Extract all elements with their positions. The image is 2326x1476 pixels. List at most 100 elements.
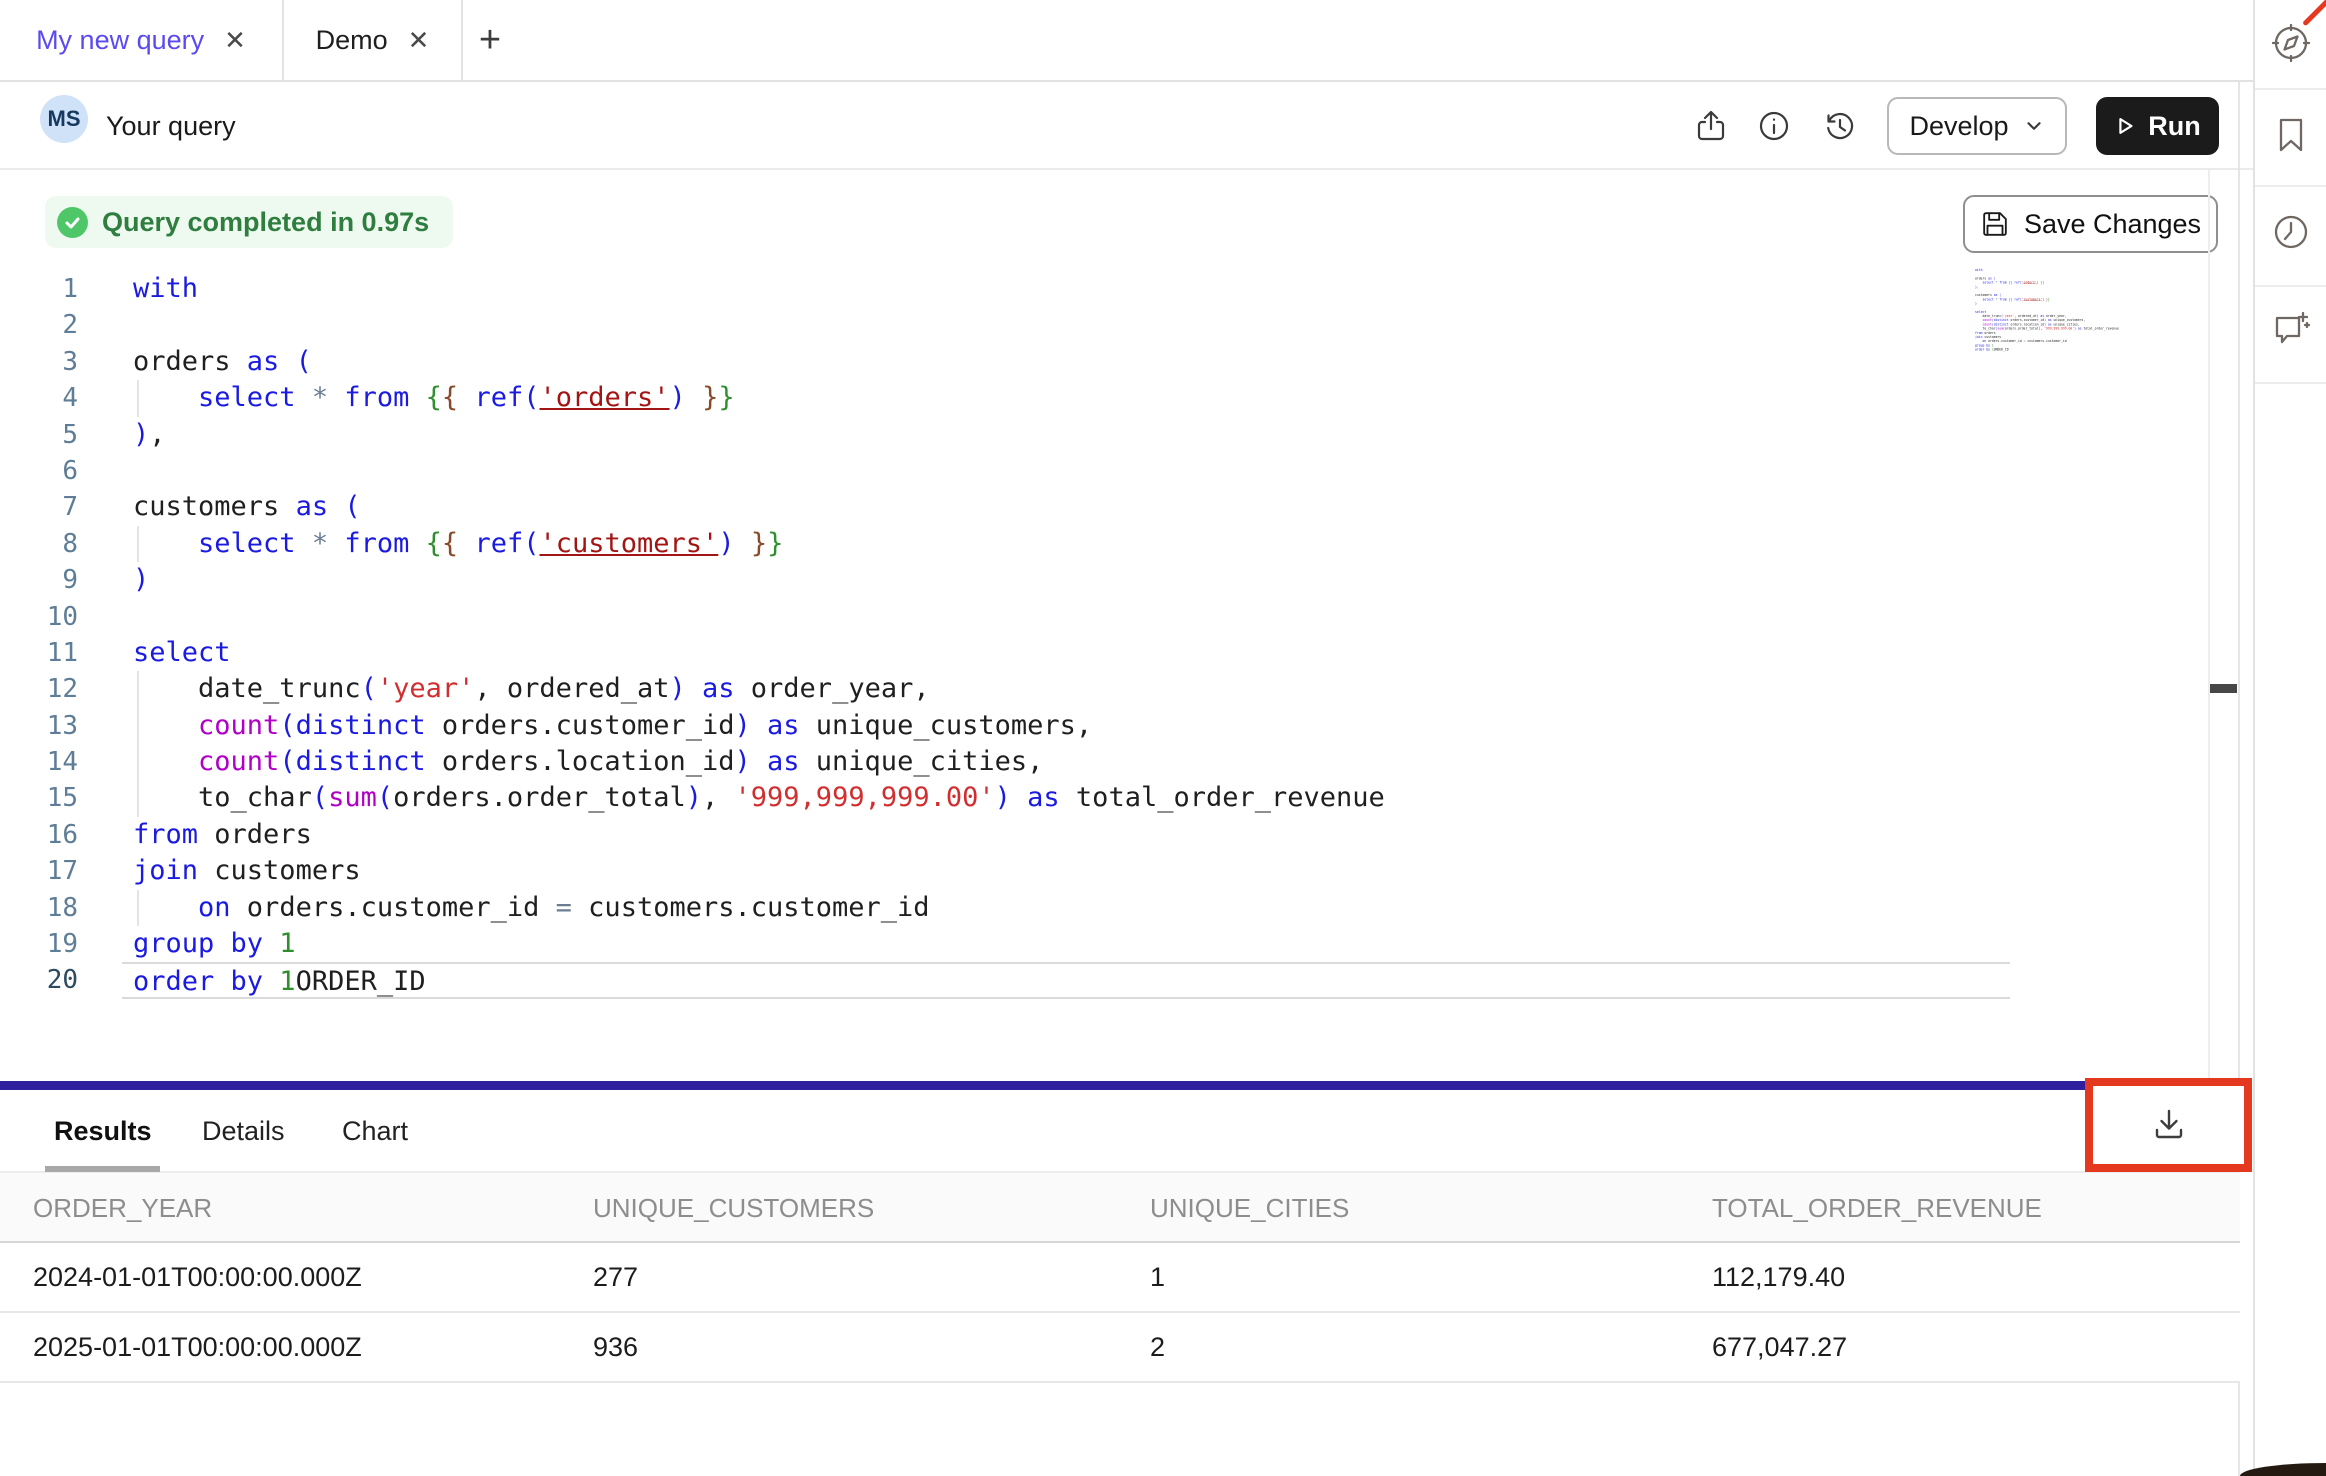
save-changes-button[interactable]: Save Changes bbox=[1963, 195, 2218, 253]
status-message: Query completed in 0.97s bbox=[102, 207, 429, 238]
save-label: Save Changes bbox=[2024, 209, 2201, 240]
code-line-20: order by 1ORDER_ID bbox=[1975, 348, 2135, 352]
indent-guide bbox=[137, 744, 139, 780]
sidebar-divider bbox=[2255, 382, 2326, 384]
table-cell: 2025-01-01T00:00:00.000Z bbox=[33, 1313, 362, 1381]
indent-guide bbox=[137, 380, 139, 416]
line-number: 7 bbox=[0, 489, 78, 525]
share-icon bbox=[1693, 108, 1729, 144]
code-line-14: 14 count(distinct orders.location_id) as… bbox=[0, 744, 2010, 780]
sql-editor[interactable]: 1with23orders as (4 select * from {{ ref… bbox=[0, 271, 2010, 999]
line-number: 12 bbox=[0, 671, 78, 707]
sidebar-explore-button[interactable] bbox=[2269, 21, 2313, 65]
download-results-button[interactable] bbox=[2092, 1085, 2245, 1165]
sidebar-bookmarks-button[interactable] bbox=[2269, 113, 2313, 157]
code-line-13: 13 count(distinct orders.customer_id) as… bbox=[0, 708, 2010, 744]
splitter-drag-handle[interactable] bbox=[2210, 684, 2237, 693]
code-line-18: 18 on orders.customer_id = customers.cus… bbox=[0, 890, 2010, 926]
editor-minimap[interactable]: withorders as ( select * from {{ ref('or… bbox=[1975, 268, 2135, 363]
code-line-17: 17join customers bbox=[0, 853, 2010, 889]
table-cell: 2024-01-01T00:00:00.000Z bbox=[33, 1243, 362, 1311]
table-row: 2024-01-01T00:00:00.000Z2771112,179.40 bbox=[0, 1243, 2240, 1313]
sidebar-history-button[interactable] bbox=[2269, 210, 2313, 254]
code-line-4: 4 select * from {{ ref('orders') }} bbox=[0, 380, 2010, 416]
panel-resize-divider[interactable] bbox=[0, 1081, 2240, 1090]
play-icon bbox=[2114, 115, 2136, 137]
line-number: 2 bbox=[0, 307, 78, 343]
tab-bar: My new query ✕ Demo ✕ + bbox=[0, 0, 2326, 82]
tab-label: My new query bbox=[36, 25, 204, 56]
line-number: 19 bbox=[0, 926, 78, 962]
code-line-2: 2 bbox=[0, 307, 2010, 343]
sidebar-ai-chat-button[interactable] bbox=[2269, 308, 2313, 352]
code-line-15: 15 to_char(sum(orders.order_total), '999… bbox=[0, 780, 2010, 816]
indent-guide bbox=[137, 780, 139, 816]
indent-guide bbox=[137, 526, 139, 562]
develop-label: Develop bbox=[1909, 111, 2008, 142]
download-icon bbox=[2149, 1105, 2189, 1145]
info-icon bbox=[1756, 108, 1792, 144]
column-header: UNIQUE_CITIES bbox=[1150, 1173, 1349, 1243]
table-cell: 2 bbox=[1150, 1313, 1165, 1381]
table-header-row: ORDER_YEARUNIQUE_CUSTOMERSUNIQUE_CITIEST… bbox=[0, 1173, 2240, 1243]
close-icon[interactable]: ✕ bbox=[224, 27, 246, 53]
code-line-3: 3orders as ( bbox=[0, 344, 2010, 380]
table-cell: 936 bbox=[593, 1313, 638, 1381]
table-cell: 677,047.27 bbox=[1712, 1313, 1847, 1381]
line-number: 16 bbox=[0, 817, 78, 853]
indent-guide bbox=[137, 890, 139, 926]
add-tab-button[interactable]: + bbox=[463, 0, 517, 80]
sidebar-divider bbox=[2255, 285, 2326, 287]
code-line-5: 5), bbox=[0, 417, 2010, 453]
sidebar-divider bbox=[2255, 88, 2326, 90]
minimap-code: withorders as ( select * from {{ ref('or… bbox=[1975, 268, 2135, 352]
indent-guide bbox=[137, 671, 139, 707]
code-line-10: 10 bbox=[0, 599, 2010, 635]
table-cell: 112,179.40 bbox=[1712, 1243, 1845, 1311]
table-cell: 277 bbox=[593, 1243, 638, 1311]
line-number: 13 bbox=[0, 708, 78, 744]
compass-icon bbox=[2269, 21, 2313, 65]
line-number: 5 bbox=[0, 417, 78, 453]
close-icon[interactable]: ✕ bbox=[408, 27, 430, 53]
page-title: Your query bbox=[106, 82, 236, 170]
history-button[interactable] bbox=[1822, 108, 1858, 144]
line-number: 6 bbox=[0, 453, 78, 489]
save-icon bbox=[1980, 209, 2010, 239]
avatar: MS bbox=[40, 95, 88, 143]
column-header: TOTAL_ORDER_REVENUE bbox=[1712, 1173, 2042, 1243]
run-label: Run bbox=[2148, 111, 2200, 142]
tab-details[interactable]: Details bbox=[202, 1092, 285, 1171]
editor-scroll-track bbox=[2208, 170, 2210, 1080]
code-line-11: 11select bbox=[0, 635, 2010, 671]
results-tab-bar: Results Details Chart bbox=[0, 1092, 2240, 1173]
code-line-19: 19group by 1 bbox=[0, 926, 2010, 962]
column-header: UNIQUE_CUSTOMERS bbox=[593, 1173, 874, 1243]
bookmark-icon bbox=[2269, 113, 2313, 157]
code-line-7: 7customers as ( bbox=[0, 489, 2010, 525]
code-line-8: 8 select * from {{ ref('customers') }} bbox=[0, 526, 2010, 562]
line-number: 17 bbox=[0, 853, 78, 889]
tab-demo[interactable]: Demo ✕ bbox=[284, 0, 463, 80]
line-number: 11 bbox=[0, 635, 78, 671]
info-button[interactable] bbox=[1756, 108, 1792, 144]
active-tab-underline bbox=[45, 1166, 160, 1172]
line-number: 10 bbox=[0, 599, 78, 635]
tab-chart[interactable]: Chart bbox=[342, 1092, 408, 1171]
line-number: 14 bbox=[0, 744, 78, 780]
app-window: My new query ✕ Demo ✕ + MS Your query bbox=[0, 0, 2326, 1476]
line-number: 1 bbox=[0, 271, 78, 307]
run-button[interactable]: Run bbox=[2096, 97, 2219, 155]
tab-my-new-query[interactable]: My new query ✕ bbox=[0, 0, 284, 80]
query-header: MS Your query Develop bbox=[0, 82, 2254, 170]
table-row: 2025-01-01T00:00:00.000Z 936 2 677,047.27 bbox=[0, 1313, 2240, 1383]
query-status-badge: Query completed in 0.97s bbox=[45, 196, 453, 248]
tab-results[interactable]: Results bbox=[54, 1092, 152, 1171]
tab-label: Demo bbox=[316, 25, 388, 56]
chat-sparkle-icon bbox=[2269, 308, 2313, 352]
line-number: 3 bbox=[0, 344, 78, 380]
clock-icon bbox=[2269, 210, 2313, 254]
share-button[interactable] bbox=[1693, 108, 1729, 144]
develop-dropdown[interactable]: Develop bbox=[1887, 97, 2067, 155]
line-number: 8 bbox=[0, 526, 78, 562]
